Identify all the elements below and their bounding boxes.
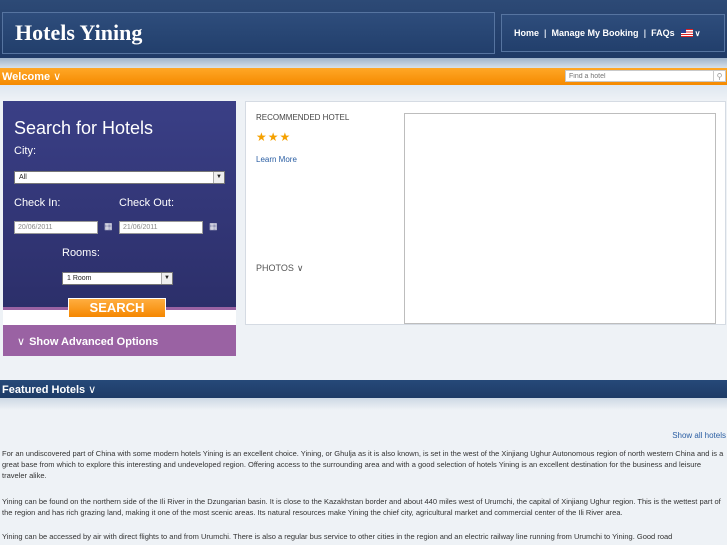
welcome-toggle[interactable]: Welcome ∨	[2, 70, 61, 83]
nav-faqs-link[interactable]: FAQs	[651, 28, 675, 38]
header-nav: Home | Manage My Booking | FAQs ∨	[501, 14, 725, 52]
featured-hotels-bar: Featured Hotels ∨	[0, 380, 727, 398]
page: Hotels Yining Home | Manage My Booking | FAQ…	[0, 0, 727, 545]
chevron-down-icon: ∨	[88, 384, 97, 396]
search-title: Search for Hotels	[14, 118, 154, 138]
us-flag-icon[interactable]	[680, 29, 693, 37]
check-in-label: Check In:	[14, 197, 61, 209]
content-paragraph: Yining can be accessed by air with direc…	[2, 532, 673, 541]
rooms-select-value: 1 Room	[67, 275, 92, 282]
content-band	[0, 85, 727, 101]
nav-links: Home | Manage My Booking | FAQs ∨	[514, 28, 700, 38]
recommended-hotel-panel: RECOMMENDED HOTEL ★★★ Learn More PHOTOS ∨	[245, 101, 726, 325]
chevron-down-icon: ∨	[53, 71, 62, 83]
advanced-options-toggle[interactable]: ∨ Show Advanced Options	[17, 335, 158, 348]
find-hotel-input[interactable]	[565, 70, 714, 82]
header-stripe	[0, 58, 727, 68]
star-rating-icon: ★★★	[256, 130, 292, 144]
content-paragraph: Yining can be found on the northern side…	[2, 497, 721, 517]
dropdown-arrow-icon: ▼	[161, 273, 172, 284]
welcome-bar: Welcome∨ ⚲	[0, 68, 727, 85]
welcome-label: Welcome	[2, 71, 51, 83]
photos-toggle[interactable]: PHOTOS ∨	[256, 263, 303, 274]
search-icon[interactable]: ⚲	[714, 70, 726, 82]
photos-label: PHOTOS	[256, 263, 294, 273]
city-label: City:	[14, 145, 36, 157]
show-all-hotels-link[interactable]: Show all hotels	[672, 431, 726, 440]
featured-hotels-toggle[interactable]: Featured Hotels ∨	[2, 383, 96, 396]
advanced-options-bar[interactable]: ∨ Show Advanced Options	[3, 325, 236, 356]
check-out-label: Check Out:	[119, 197, 175, 209]
nav-manage-booking-link[interactable]: Manage My Booking	[552, 28, 639, 38]
check-in-input[interactable]: 20/06/2011	[14, 221, 98, 234]
search-panel: Search for Hotels City: All ▼ Check In: …	[3, 101, 236, 307]
city-select[interactable]: All ▼	[14, 171, 225, 184]
featured-hotels-label: Featured Hotels	[2, 384, 86, 396]
featured-stripe	[0, 398, 727, 410]
nav-separator: |	[643, 28, 647, 38]
header-title-box: Hotels Yining	[2, 12, 495, 54]
city-select-value: All	[19, 174, 27, 181]
chevron-down-icon[interactable]: ∨	[695, 29, 701, 38]
nav-separator: |	[544, 28, 547, 38]
chevron-down-icon: ∨	[296, 263, 304, 273]
hotel-photo-area	[404, 113, 716, 324]
learn-more-link[interactable]: Learn More	[256, 155, 297, 164]
site-header: Hotels Yining Home | Manage My Booking | FAQ…	[0, 0, 727, 58]
chevron-down-icon: ∨	[17, 336, 26, 348]
calendar-icon[interactable]: ▦	[104, 221, 113, 232]
rooms-select[interactable]: 1 Room ▼	[62, 272, 173, 285]
search-button[interactable]: SEARCH	[68, 298, 166, 318]
dropdown-arrow-icon: ▼	[213, 172, 224, 183]
rooms-label: Rooms:	[62, 247, 100, 259]
advanced-options-label: Show Advanced Options	[29, 336, 159, 348]
site-title[interactable]: Hotels Yining	[15, 20, 142, 46]
check-out-input[interactable]: 21/06/2011	[119, 221, 203, 234]
calendar-icon[interactable]: ▦	[209, 221, 218, 232]
content-paragraph: For an undiscovered part of China with s…	[2, 449, 724, 480]
nav-home-link[interactable]: Home	[514, 28, 539, 38]
recommended-title: RECOMMENDED HOTEL	[256, 113, 350, 122]
